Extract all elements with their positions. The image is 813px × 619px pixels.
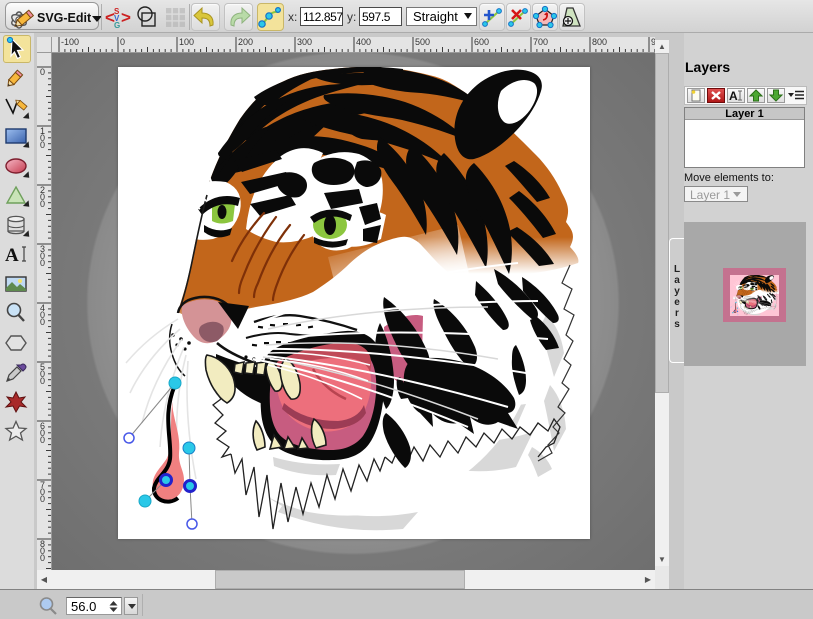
svg-text:G: G: [114, 21, 120, 30]
svg-text:0: 0: [40, 494, 45, 504]
svg-text:0: 0: [40, 317, 45, 327]
svg-text:0: 0: [40, 140, 45, 150]
svg-text:0: 0: [40, 199, 45, 209]
svg-text:0: 0: [40, 67, 45, 77]
svg-text:0: 0: [40, 258, 45, 268]
svg-text:200: 200: [238, 37, 253, 47]
svg-text:0: 0: [120, 37, 125, 47]
svg-text:800: 800: [592, 37, 607, 47]
svg-text:-100: -100: [61, 37, 79, 47]
svg-text:0: 0: [40, 553, 45, 563]
svg-text:300: 300: [297, 37, 312, 47]
svg-text:400: 400: [356, 37, 371, 47]
svg-text:A: A: [729, 89, 738, 102]
svg-text:>: >: [121, 8, 131, 27]
svg-text:0: 0: [40, 376, 45, 386]
svg-text:0: 0: [40, 435, 45, 445]
svg-text:100: 100: [179, 37, 194, 47]
svg-text:A: A: [5, 245, 19, 266]
svg-text:500: 500: [415, 37, 430, 47]
svg-text:700: 700: [533, 37, 548, 47]
svg-text:600: 600: [474, 37, 489, 47]
